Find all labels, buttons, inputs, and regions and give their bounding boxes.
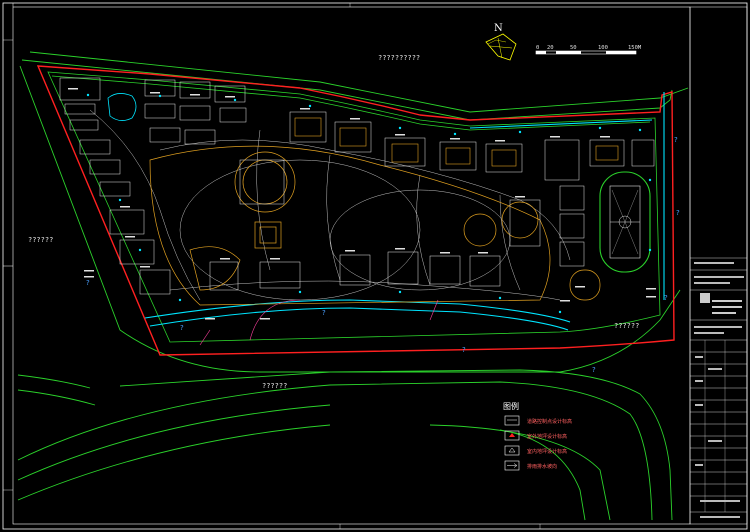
- scale-tick-4: 150M: [628, 45, 642, 51]
- scale-tick-1: 20: [547, 45, 554, 51]
- svg-text:?: ?: [664, 294, 668, 302]
- legend-item: 室内地坪设计标高: [504, 445, 567, 456]
- legend-item: 排雨排水坡向: [504, 460, 557, 471]
- internal-roads: [89, 109, 571, 301]
- drawing-border: [12, 6, 691, 525]
- svg-text:?: ?: [462, 346, 466, 354]
- sports-field: [599, 171, 651, 273]
- legend: 图例 道路控制点设计标高 室外地坪设计标高 室内地坪设计标高 排雨排水坡向: [503, 401, 572, 471]
- legend-title: 图例: [503, 401, 519, 411]
- area-label-south: ??????: [262, 382, 287, 390]
- legend-label: 排雨排水坡向: [527, 463, 557, 470]
- svg-text:?: ?: [676, 209, 680, 217]
- cad-drawing-canvas[interactable]: ? ? ? ? ? ? ? ? ?????????? ?????? ??????…: [0, 0, 750, 532]
- scale-tick-2: 50: [570, 45, 577, 51]
- scale-tick-3: 100: [598, 45, 608, 51]
- area-label-southeast: ??????: [614, 322, 639, 330]
- unknown-label-markers: ? ? ? ? ? ? ? ?: [86, 136, 680, 374]
- svg-text:?: ?: [674, 136, 678, 144]
- legend-item: 道路控制点设计标高: [504, 415, 572, 426]
- svg-text:?: ?: [180, 324, 184, 332]
- indoor-elevation-icon: [504, 445, 520, 456]
- north-label: N: [494, 23, 503, 34]
- river-channel: [144, 92, 665, 331]
- svg-text:?: ?: [592, 366, 596, 374]
- campus-roads-orange: [149, 145, 601, 306]
- legend-label: 室内地坪设计标高: [527, 448, 567, 455]
- legend-label: 室外地坪设计标高: [527, 433, 567, 440]
- north-arrow: N: [485, 23, 517, 61]
- pool: [107, 93, 137, 121]
- road-elevation-icon: [504, 415, 520, 426]
- building-blocks: [59, 77, 655, 295]
- scale-bar: 0 20 50 100 150M: [535, 45, 642, 55]
- scale-tick-0: 0: [536, 45, 539, 51]
- elevation-markers: [86, 93, 652, 314]
- outer-frame: [2, 2, 748, 530]
- area-label-west: ??????: [28, 236, 53, 244]
- title-block: [689, 6, 748, 525]
- svg-text:?: ?: [322, 309, 326, 317]
- svg-text:?: ?: [86, 279, 90, 287]
- area-label-north: ??????????: [378, 54, 420, 62]
- legend-label: 道路控制点设计标高: [527, 418, 572, 425]
